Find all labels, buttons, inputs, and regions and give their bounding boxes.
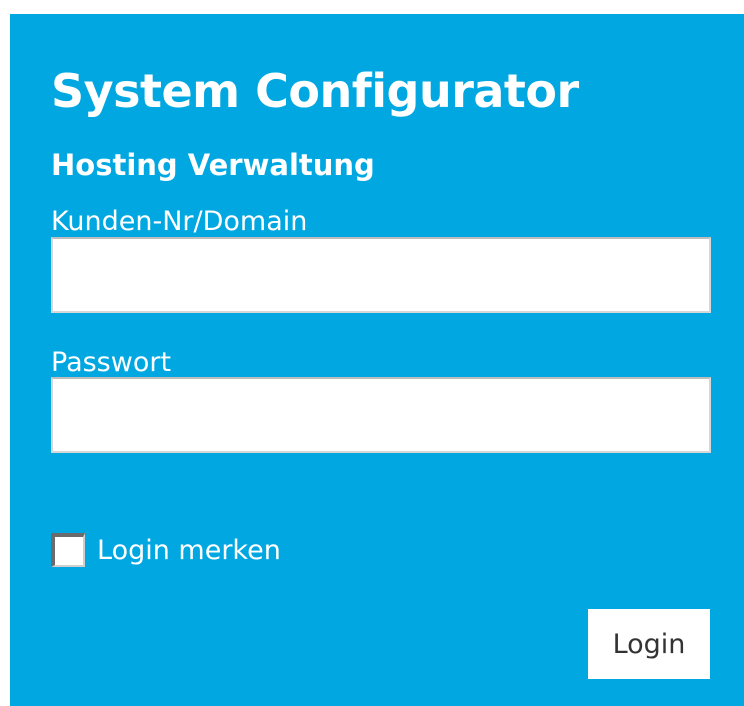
password-label: Passwort xyxy=(51,347,172,378)
password-input[interactable] xyxy=(51,377,711,453)
remember-login-label: Login merken xyxy=(97,534,281,566)
username-input[interactable] xyxy=(51,237,711,313)
page-subtitle: Hosting Verwaltung xyxy=(51,148,375,182)
remember-login-toggle[interactable]: Login merken xyxy=(51,533,281,567)
login-panel: System Configurator Hosting Verwaltung K… xyxy=(10,14,744,706)
remember-login-checkbox[interactable] xyxy=(51,533,85,567)
page-title: System Configurator xyxy=(51,64,579,118)
username-label: Kunden-Nr/Domain xyxy=(51,206,308,237)
login-button[interactable]: Login xyxy=(588,609,710,679)
